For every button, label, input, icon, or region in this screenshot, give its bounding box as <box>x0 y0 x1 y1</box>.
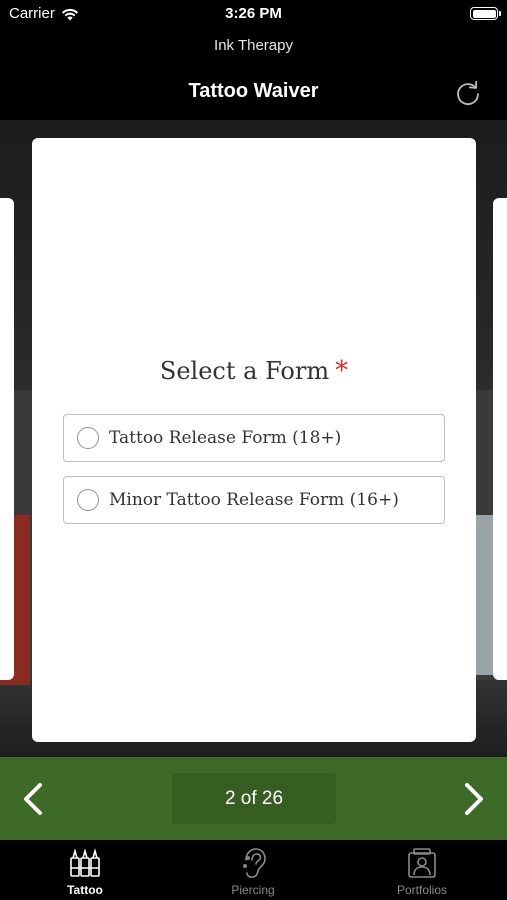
status-time: 3:26 PM <box>225 5 282 22</box>
chevron-right-icon[interactable] <box>455 779 491 819</box>
radio-button[interactable] <box>77 427 99 449</box>
form-title: Select a Form * <box>32 356 476 386</box>
page-total: of 26 <box>240 787 284 809</box>
battery-icon <box>470 7 501 20</box>
tab-piercing[interactable]: Piercing <box>193 846 313 897</box>
chevron-left-icon[interactable] <box>16 779 52 819</box>
app-header: Ink Therapy Tattoo Waiver <box>0 28 507 120</box>
tab-label: Portfolios <box>396 883 448 897</box>
portfolio-icon <box>408 848 436 878</box>
option-minor-tattoo-release[interactable]: Minor Tattoo Release Form (16+) <box>63 476 445 524</box>
tab-tattoo[interactable]: Tattoo <box>25 846 145 897</box>
ear-piercing-icon <box>243 848 266 878</box>
tab-label: Piercing <box>231 883 275 897</box>
form-card: Select a Form * Tattoo Release Form (18+)… <box>32 138 476 742</box>
previous-page-card[interactable] <box>0 198 14 680</box>
status-bar: Carrier 3:26 PM <box>0 0 507 28</box>
tab-portfolios[interactable]: Portfolios <box>362 846 482 897</box>
shop-name: Ink Therapy <box>214 37 293 54</box>
tattoo-ink-bottles-icon <box>70 848 100 877</box>
option-label: Tattoo Release Form (18+) <box>109 428 342 448</box>
tab-bar: Tattoo Piercing Portfolios <box>0 840 507 900</box>
tab-label: Tattoo <box>67 883 103 897</box>
required-asterisk: * <box>335 356 349 386</box>
next-page-card[interactable] <box>493 198 507 680</box>
page-title: Tattoo Waiver <box>188 80 319 102</box>
pager-bar: 2 of 26 <box>0 757 507 840</box>
radio-button[interactable] <box>77 489 99 511</box>
refresh-icon[interactable] <box>453 78 483 108</box>
page-counter: 2 of 26 <box>172 773 336 824</box>
option-tattoo-release[interactable]: Tattoo Release Form (18+) <box>63 414 445 462</box>
form-title-text: Select a Form <box>159 357 330 385</box>
option-label: Minor Tattoo Release Form (16+) <box>109 490 399 510</box>
page-current: 2 <box>224 787 236 809</box>
